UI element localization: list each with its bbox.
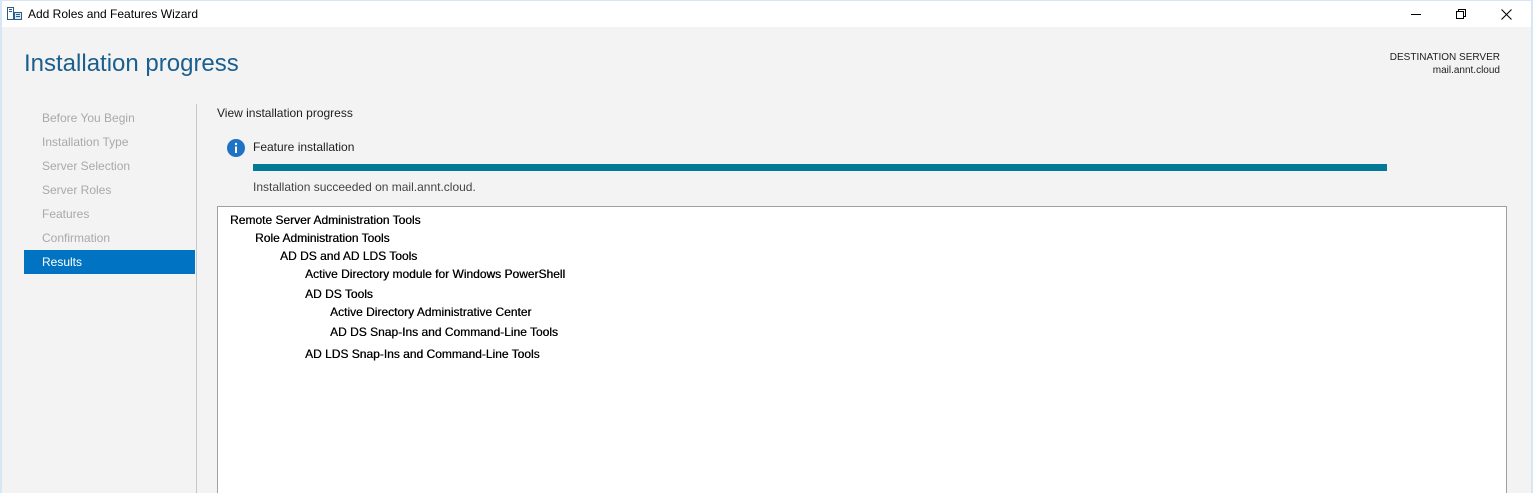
results-tree-item: AD DS Snap-Ins and Command-Line Tools [330,325,558,339]
nav-item-server-roles[interactable]: Server Roles [24,178,195,202]
minimize-icon [1411,14,1421,15]
feature-installation-label: Feature installation [253,140,355,154]
results-tree-item: Active Directory module for Windows Powe… [305,267,566,281]
restore-icon [1456,9,1466,19]
results-tree-item: Active Directory Administrative Center [330,305,532,319]
content-heading: View installation progress [217,106,353,120]
close-button[interactable] [1483,1,1529,27]
title-bar[interactable]: Add Roles and Features Wizard [2,1,1531,27]
destination-server-value: mail.annt.cloud [1432,65,1500,76]
wizard-steps-nav: Before You Begin Installation Type Serve… [24,106,195,274]
results-tree-item: Remote Server Administration Tools [230,213,421,227]
results-list[interactable]: Remote Server Administration Tools Role A… [217,206,1507,493]
destination-server-label: DESTINATION SERVER [1389,52,1500,63]
page-title: Installation progress [24,50,239,77]
restore-button[interactable] [1438,1,1484,27]
nav-divider [196,104,197,493]
window-title: Add Roles and Features Wizard [28,7,199,21]
nav-item-installation-type[interactable]: Installation Type [24,130,195,154]
server-manager-icon [7,7,22,20]
nav-item-before-you-begin[interactable]: Before You Begin [24,106,195,130]
wizard-window: Add Roles and Features Wizard Installati… [0,0,1533,493]
progress-fill [253,164,1387,171]
results-tree-item: AD LDS Snap-Ins and Command-Line Tools [305,347,540,361]
results-tree-item: AD DS Tools [305,287,373,301]
installation-progress-bar [253,164,1387,171]
results-tree-item: Role Administration Tools [255,231,390,245]
nav-item-server-selection[interactable]: Server Selection [24,154,195,178]
nav-item-confirmation[interactable]: Confirmation [24,226,195,250]
minimize-button[interactable] [1393,1,1439,27]
results-tree-item: AD DS and AD LDS Tools [280,249,418,263]
installation-status-text: Installation succeeded on mail.annt.clou… [253,180,476,194]
nav-item-features[interactable]: Features [24,202,195,226]
info-icon [227,139,245,157]
nav-item-results[interactable]: Results [24,250,195,274]
close-icon [1500,8,1512,20]
